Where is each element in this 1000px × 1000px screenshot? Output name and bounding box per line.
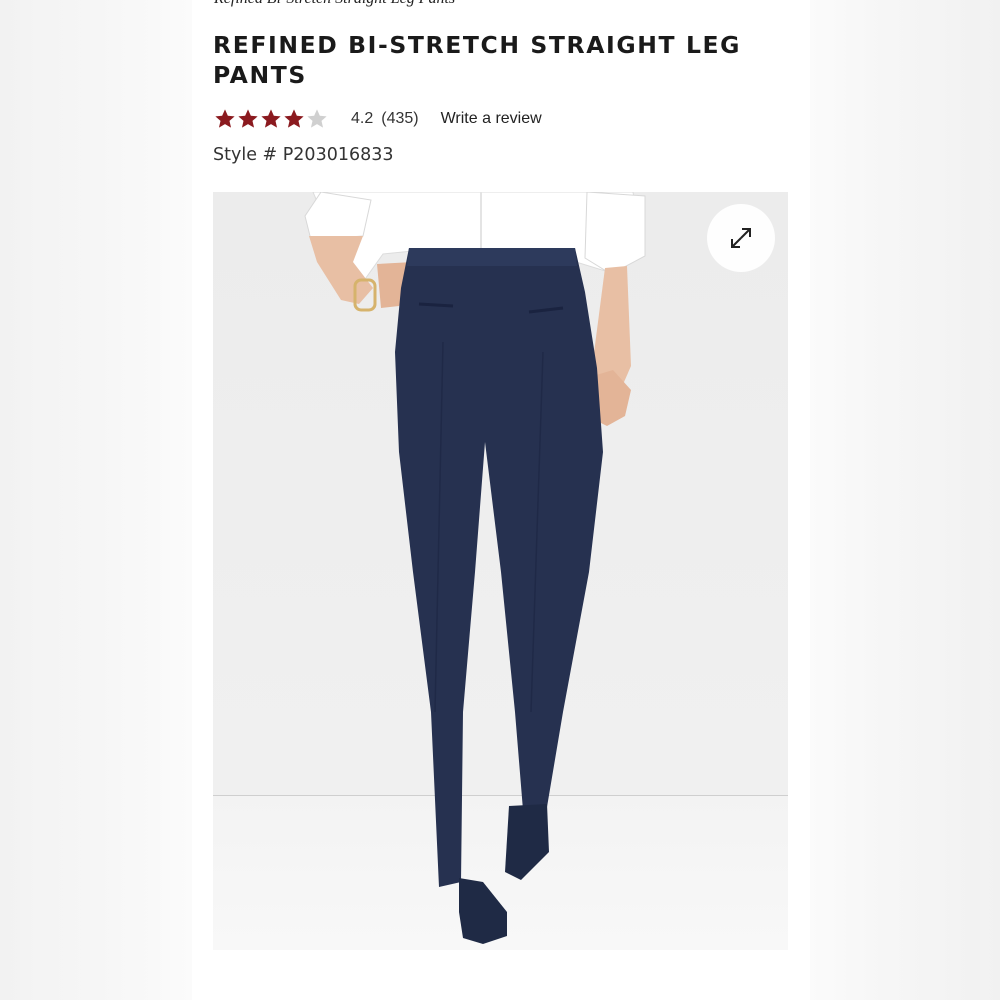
breadcrumb[interactable]: Refined Bi-Stretch Straight Leg Pants [214,0,455,8]
rating-row: 4.2 (435) Write a review [214,104,542,134]
star-empty-icon [307,109,327,128]
product-title: REFINED BI-STRETCH STRAIGHT LEG PANTS [213,31,742,89]
expand-image-button[interactable] [707,204,775,272]
star-icon [261,109,281,128]
blurred-background-right [810,0,1000,1000]
star-rating[interactable] [214,108,329,130]
star-icon [215,109,235,128]
style-number: Style # P203016833 [213,145,394,165]
rating-value: 4.2 [351,110,374,127]
review-count[interactable]: (435) [381,110,418,128]
expand-arrows-icon [731,228,751,248]
blurred-background-left [0,0,192,1000]
star-icon [238,109,258,128]
write-review-link[interactable]: Write a review [441,110,542,128]
model-photo [304,192,646,944]
product-card: Refined Bi-Stretch Straight Leg Pants RE… [192,0,810,1000]
product-image[interactable] [213,192,788,950]
star-icon [284,109,304,128]
